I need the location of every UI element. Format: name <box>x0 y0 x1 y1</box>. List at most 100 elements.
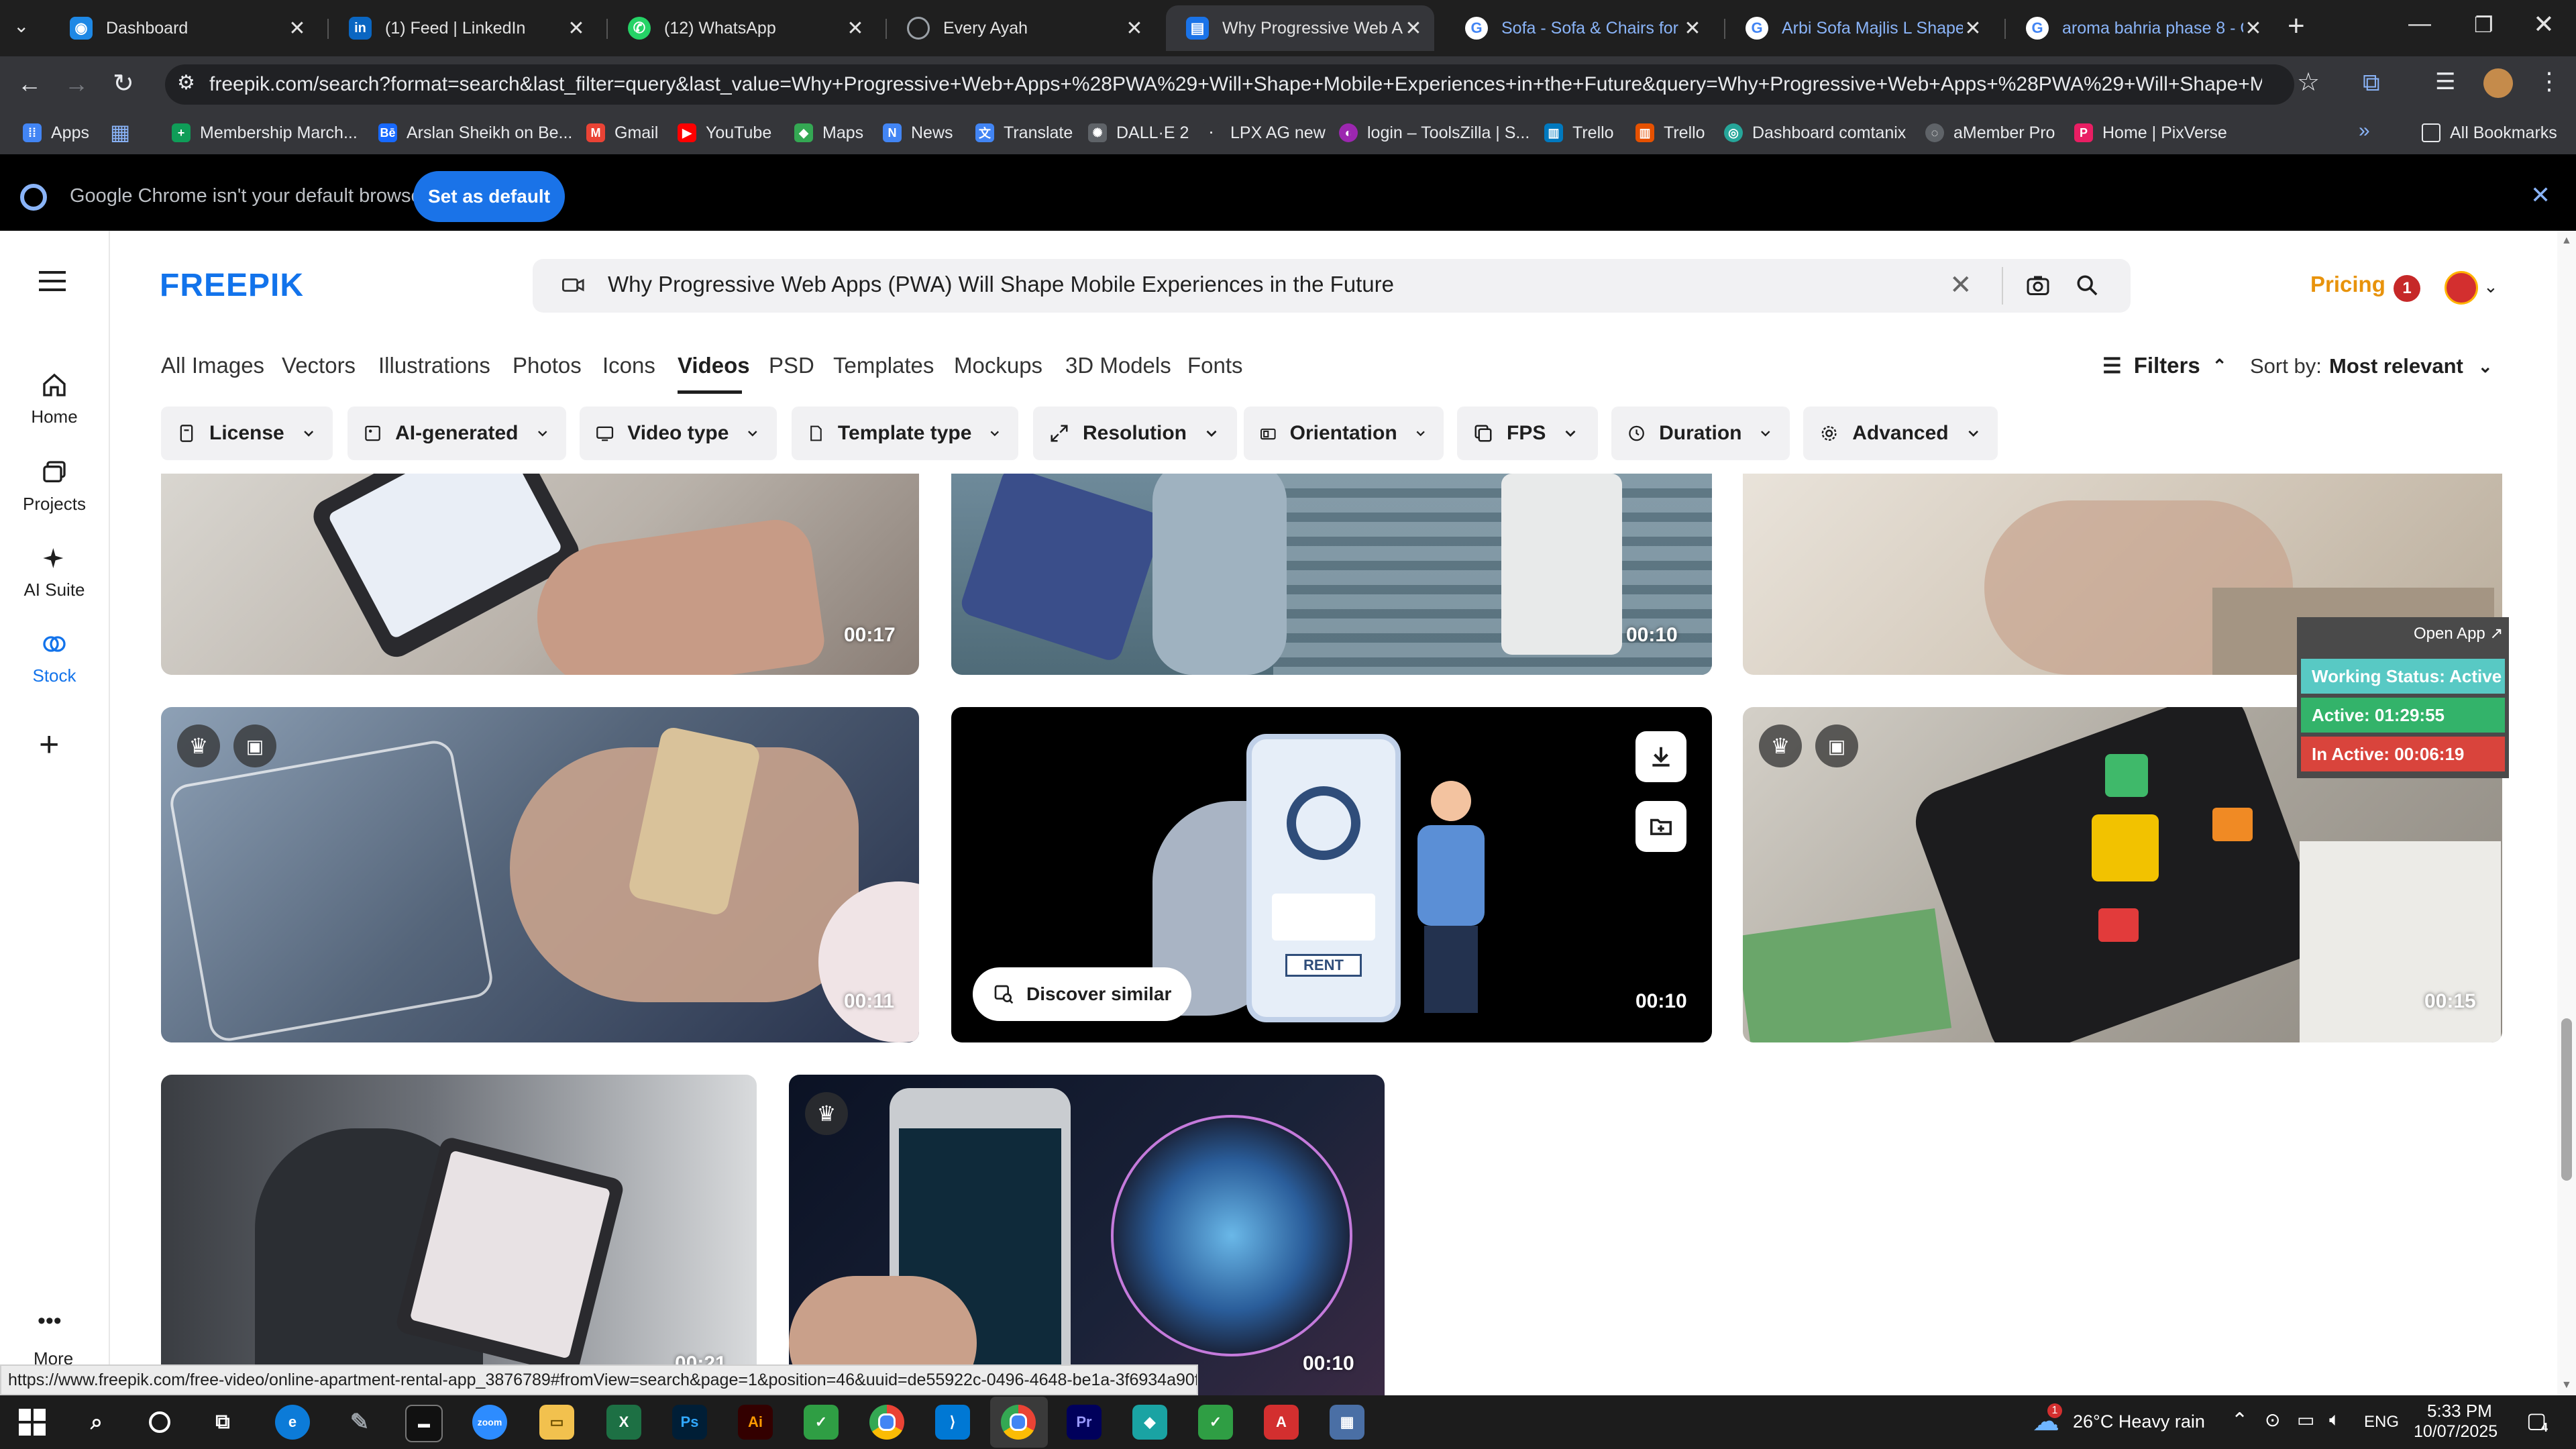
acrobat-icon[interactable]: A <box>1264 1405 1299 1440</box>
minimize-button[interactable]: — <box>2408 11 2431 37</box>
zoom-icon[interactable]: zoom <box>472 1405 507 1440</box>
close-tab-icon[interactable]: ✕ <box>845 17 865 40</box>
taskbar-search-icon[interactable]: ⌕ <box>79 1405 114 1440</box>
filter-template-type[interactable]: Template type <box>792 407 1018 460</box>
edge-icon[interactable]: e <box>275 1405 310 1440</box>
terminal-icon[interactable]: ▬ <box>405 1405 443 1442</box>
tab-arbi-sofa[interactable]: G Arbi Sofa Majlis L Shape S ✕ <box>1725 5 1994 51</box>
scroll-up-arrow-icon[interactable]: ▲ <box>2561 235 2572 247</box>
video-card[interactable]: 00:10 <box>951 474 1712 675</box>
bookmark-behance[interactable]: Bē Arslan Sheikh on Be... <box>378 118 572 148</box>
illustrator-icon[interactable]: Ai <box>738 1405 773 1440</box>
restore-button[interactable]: ❐ <box>2474 12 2493 38</box>
sort-select[interactable]: Most relevant ⌄ <box>2329 354 2493 378</box>
account-chevron-down-icon[interactable]: ⌄ <box>2483 276 2498 297</box>
bookmark-pixverse[interactable]: P Home | PixVerse <box>2074 118 2227 148</box>
close-tab-icon[interactable]: ✕ <box>1682 17 1703 40</box>
notifications-bell-icon[interactable]: 1 <box>2394 275 2420 302</box>
bookmark-translate[interactable]: 文 Translate <box>975 118 1073 148</box>
pen-tool-icon[interactable]: ✎ <box>342 1405 377 1440</box>
filter-fps[interactable]: FPS <box>1457 407 1598 460</box>
video-card[interactable]: 00:17 <box>161 474 919 675</box>
bookmark-dashboard-comtanix[interactable]: ◎ Dashboard comtanix <box>1724 118 1906 148</box>
filter-duration[interactable]: Duration <box>1611 407 1790 460</box>
bookmark-toolszilla[interactable]: ◐ login – ToolsZilla | S... <box>1339 118 1529 148</box>
tab-photos[interactable]: Photos <box>513 353 582 378</box>
filter-advanced[interactable]: Advanced <box>1803 407 1998 460</box>
tab-vectors[interactable]: Vectors <box>282 353 356 378</box>
cortana-icon[interactable] <box>142 1405 177 1440</box>
scroll-down-arrow-icon[interactable]: ▼ <box>2561 1379 2572 1391</box>
video-card[interactable]: ♛ 00:10 <box>789 1075 1385 1395</box>
calculator-icon[interactable]: ▦ <box>1330 1405 1364 1440</box>
video-card[interactable]: ♛ ▣ 00:11 <box>161 707 919 1042</box>
chrome-active-icon[interactable] <box>1001 1405 1036 1440</box>
chrome-menu-icon[interactable]: ⋮ <box>2537 67 2561 95</box>
rail-stock[interactable]: Stock <box>0 631 109 686</box>
filter-resolution[interactable]: Resolution <box>1033 407 1237 460</box>
network-icon[interactable]: ▭ <box>2297 1409 2314 1431</box>
freepik-logo[interactable]: FREEPIK <box>160 267 304 304</box>
camera-search-icon[interactable] <box>2026 274 2050 297</box>
open-app-link[interactable]: Open App ↗ <box>2414 624 2504 643</box>
close-tab-icon[interactable]: ✕ <box>2243 17 2263 40</box>
vscode-icon[interactable]: ⟩ <box>935 1405 970 1440</box>
close-tab-icon[interactable]: ✕ <box>566 17 586 40</box>
video-card[interactable]: RENT Discover similar 00:10 <box>951 707 1712 1042</box>
hamburger-menu-icon[interactable] <box>39 271 66 291</box>
tab-3d-models[interactable]: 3D Models <box>1065 353 1171 378</box>
back-icon[interactable]: ← <box>17 70 42 98</box>
bookmark-star-icon[interactable]: ☆ <box>2297 67 2320 97</box>
close-window-button[interactable]: ✕ <box>2533 9 2555 40</box>
close-tab-icon[interactable]: ✕ <box>287 17 307 40</box>
premiere-icon[interactable]: Pr <box>1067 1405 1102 1440</box>
tab-groups-icon[interactable]: ▦ <box>110 119 130 145</box>
search-icon[interactable] <box>2076 274 2098 297</box>
video-card[interactable]: 00:21 <box>161 1075 757 1395</box>
teal-app-icon[interactable]: ◆ <box>1132 1405 1167 1440</box>
forward-icon[interactable]: → <box>64 70 89 98</box>
reading-list-icon[interactable]: ☰ <box>2435 68 2455 95</box>
filter-license[interactable]: License <box>161 407 333 460</box>
bookmark-amember[interactable]: ◌ aMember Pro <box>1925 118 2055 148</box>
task-view-icon[interactable]: ⧉ <box>205 1405 240 1440</box>
new-tab-button[interactable]: + <box>2288 9 2305 43</box>
tab-templates[interactable]: Templates <box>833 353 934 378</box>
tab-sofa-chairs[interactable]: G Sofa - Sofa & Chairs for s ✕ <box>1445 5 1713 51</box>
tab-search-chevron[interactable]: ⌄ <box>13 15 29 37</box>
clock-date[interactable]: 10/07/2025 <box>2414 1422 2498 1442</box>
tray-chevron-up-icon[interactable]: ⌃ <box>2231 1409 2248 1432</box>
clock-time[interactable]: 5:33 PM <box>2427 1401 2492 1421</box>
filter-ai-generated[interactable]: AI-generated <box>347 407 566 460</box>
discover-similar-button[interactable]: Discover similar <box>973 967 1192 1021</box>
photoshop-icon[interactable]: Ps <box>672 1405 707 1440</box>
filter-video-type[interactable]: Video type <box>580 407 777 460</box>
filters-toggle[interactable]: ☰ Filters ⌃ <box>2102 353 2227 378</box>
rail-projects[interactable]: Projects <box>0 459 109 515</box>
tab-fonts[interactable]: Fonts <box>1187 353 1243 378</box>
bookmark-maps[interactable]: ◆ Maps <box>794 118 863 148</box>
bookmark-trello-2[interactable]: ▥ Trello <box>1635 118 1705 148</box>
bookmark-membership[interactable]: + Membership March... <box>172 118 358 148</box>
search-input[interactable]: Why Progressive Web Apps (PWA) Will Shap… <box>608 272 1394 297</box>
tab-all-images[interactable]: All Images <box>161 353 264 378</box>
file-explorer-icon[interactable]: ▭ <box>539 1405 574 1440</box>
rail-home[interactable]: Home <box>0 372 109 427</box>
pricing-link[interactable]: Pricing <box>2310 272 2385 297</box>
close-tab-icon[interactable]: ✕ <box>1403 17 1424 40</box>
more-dots-icon[interactable]: ••• <box>38 1308 62 1334</box>
bookmark-lpx[interactable]: · LPX AG new <box>1202 118 1326 148</box>
filter-orientation[interactable]: Orientation <box>1244 407 1444 460</box>
rail-ai-suite[interactable]: AI Suite <box>0 545 109 600</box>
close-infobar-icon[interactable]: ✕ <box>2530 181 2551 209</box>
all-bookmarks[interactable]: All Bookmarks <box>2422 118 2557 148</box>
url-text[interactable]: freepik.com/search?format=search&last_fi… <box>209 70 2262 99</box>
tab-videos[interactable]: Videos <box>678 353 750 378</box>
set-as-default-button[interactable]: Set as default <box>413 171 565 222</box>
tab-psd[interactable]: PSD <box>769 353 814 378</box>
tray-app-icon[interactable]: ⊙ <box>2265 1409 2280 1431</box>
chrome-icon[interactable] <box>869 1405 904 1440</box>
save-to-collection-button[interactable] <box>1635 801 1686 852</box>
windows-start-icon[interactable] <box>19 1409 46 1436</box>
tab-mockups[interactable]: Mockups <box>954 353 1042 378</box>
